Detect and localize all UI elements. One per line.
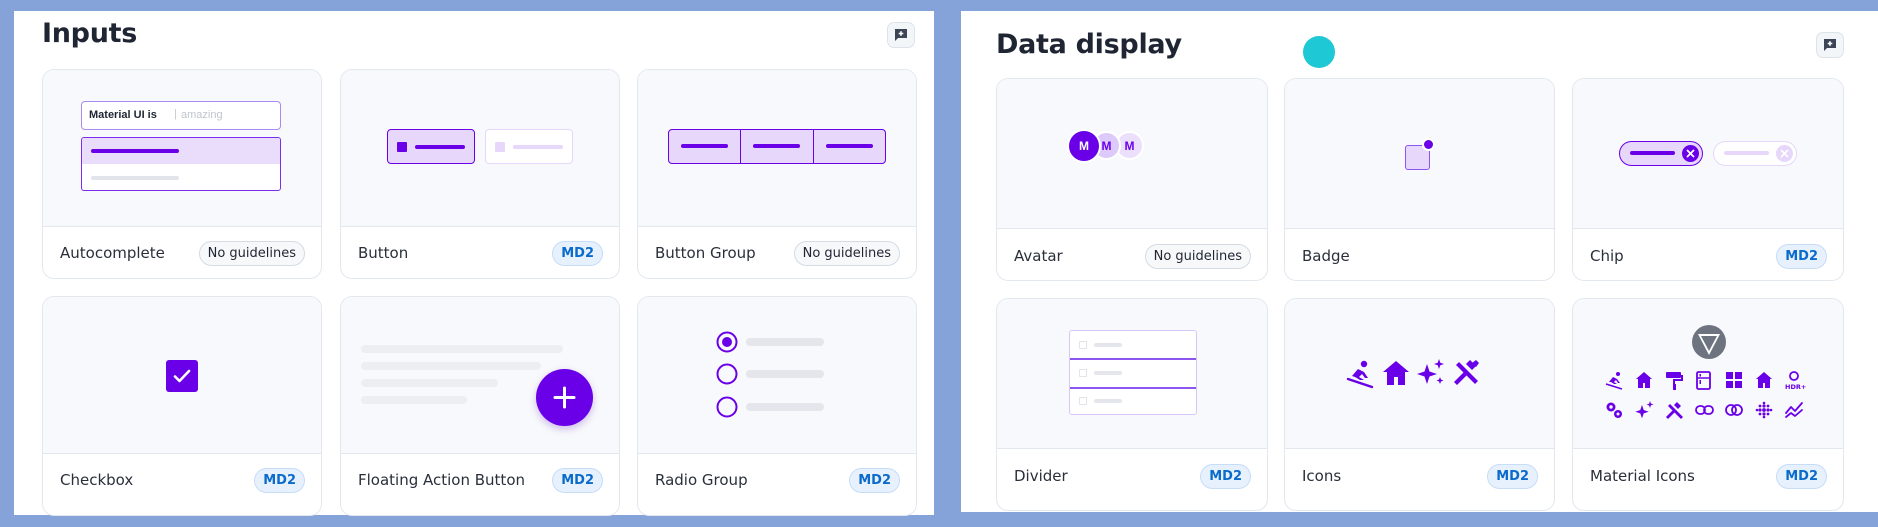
badge-md2: MD2	[1200, 464, 1251, 489]
badge-dot	[1422, 138, 1435, 151]
autocomplete-option	[91, 176, 179, 180]
radio-group-preview	[638, 297, 916, 454]
badge-md2: MD2	[254, 468, 305, 493]
card-button-group[interactable]: Button Group No guidelines	[637, 69, 917, 279]
join-icon	[1725, 404, 1743, 416]
checkbox-preview	[43, 297, 321, 454]
autocomplete-input-prefix: Material UI is	[89, 109, 157, 121]
card-label-radio-group: Radio Group	[655, 471, 748, 489]
divider-list-mock	[1069, 330, 1197, 415]
fab-preview	[341, 297, 619, 454]
handyman-icon	[1454, 360, 1479, 385]
outlined-button-mock	[485, 129, 573, 164]
card-label-divider: Divider	[1014, 467, 1068, 485]
badge-no-guidelines: No guidelines	[1144, 244, 1251, 269]
autocomplete-option-highlighted	[82, 138, 280, 164]
icons-preview	[1285, 299, 1554, 449]
material-design-logo-icon	[1692, 325, 1726, 359]
badge-md2: MD2	[1776, 464, 1827, 489]
badge-preview	[1285, 79, 1554, 229]
badge-md2: MD2	[552, 241, 603, 266]
sparkle-icon	[1417, 359, 1444, 384]
avatar: M	[1067, 129, 1101, 163]
data-display-section-title: Data display	[996, 29, 1182, 60]
card-badge[interactable]: Badge	[1284, 78, 1555, 281]
button-group-mock	[668, 129, 886, 164]
handyman-icon	[1666, 402, 1683, 419]
badge-md2: MD2	[552, 468, 603, 493]
card-icons[interactable]: Icons MD2	[1284, 298, 1555, 511]
fab-add-icon	[536, 369, 593, 426]
link-icon	[1695, 405, 1714, 415]
data-display-comment-button[interactable]	[1816, 32, 1844, 58]
home-icon	[1756, 372, 1772, 388]
card-button[interactable]: Button MD2	[340, 69, 620, 279]
inputs-panel: Inputs Material UI is | amazing Autocomp…	[14, 11, 934, 516]
card-autocomplete[interactable]: Material UI is | amazing Autocomplete No…	[42, 69, 322, 279]
chip-delete-icon	[1776, 145, 1793, 162]
badge-no-guidelines: No guidelines	[793, 241, 900, 266]
card-label-floating-action-button: Floating Action Button	[358, 471, 525, 489]
card-label-avatar: Avatar	[1014, 247, 1063, 265]
badge-md2: MD2	[1487, 464, 1538, 489]
sledding-icon	[1346, 360, 1374, 389]
comment-add-icon	[895, 29, 907, 41]
badge-md2: MD2	[1776, 244, 1827, 269]
card-checkbox[interactable]: Checkbox MD2	[42, 296, 322, 516]
autocomplete-listbox	[81, 137, 281, 191]
blur-icon	[1755, 401, 1773, 419]
card-floating-action-button[interactable]: Floating Action Button MD2	[340, 296, 620, 516]
card-label-badge: Badge	[1302, 247, 1350, 265]
card-label-material-icons: Material Icons	[1590, 467, 1695, 485]
card-label-checkbox: Checkbox	[60, 471, 134, 489]
home-icon	[1636, 372, 1652, 388]
card-material-icons[interactable]: HDR+ Material Icons MD2	[1572, 298, 1844, 511]
inputs-section-title: Inputs	[42, 18, 137, 49]
card-label-button: Button	[358, 244, 409, 262]
inputs-comment-button[interactable]	[887, 22, 915, 48]
settings-icon	[1606, 402, 1622, 418]
sparkle-icon	[1635, 401, 1654, 419]
contained-button-mock	[387, 129, 475, 164]
radio-group-mock	[716, 331, 824, 418]
home-icon	[1383, 361, 1409, 385]
chip-delete-icon	[1682, 145, 1699, 162]
card-radio-group[interactable]: Radio Group MD2	[637, 296, 917, 516]
svg-text:HDR+: HDR+	[1785, 383, 1806, 391]
hdr-plus-icon: HDR+	[1785, 371, 1806, 391]
material-icons-preview: HDR+	[1573, 299, 1843, 449]
chip-filled-mock	[1619, 141, 1703, 166]
checkbox-checked-icon	[166, 360, 198, 392]
ssid-chart-icon	[1785, 402, 1803, 418]
card-label-button-group: Button Group	[655, 244, 756, 262]
badge-no-guidelines: No guidelines	[198, 241, 305, 266]
autocomplete-input-suggestion: amazing	[181, 109, 223, 121]
card-label-icons: Icons	[1302, 467, 1342, 485]
comment-add-icon	[1824, 39, 1836, 51]
material-icons-grid: HDR+	[1605, 371, 1806, 419]
card-label-autocomplete: Autocomplete	[60, 244, 165, 262]
badge-md2: MD2	[849, 468, 900, 493]
autocomplete-input: Material UI is | amazing	[81, 101, 281, 130]
divider-preview	[997, 299, 1267, 449]
card-avatar[interactable]: M M M Avatar No guidelines	[996, 78, 1268, 281]
chip-outlined-mock	[1713, 141, 1797, 166]
widgets-icon	[1726, 372, 1742, 388]
button-preview	[341, 70, 619, 227]
cursor-indicator-dot	[1303, 36, 1335, 68]
card-label-chip: Chip	[1590, 247, 1624, 265]
chip-preview	[1573, 79, 1843, 229]
button-group-preview	[638, 70, 916, 227]
autocomplete-preview: Material UI is | amazing	[43, 70, 321, 227]
kitchen-icon	[1696, 371, 1711, 390]
format-paint-icon	[1666, 372, 1683, 390]
avatar-preview: M M M	[997, 79, 1267, 229]
card-divider[interactable]: Divider MD2	[996, 298, 1268, 511]
card-chip[interactable]: Chip MD2	[1572, 78, 1844, 281]
data-display-panel: Data display M M M Avatar No guidelines …	[961, 11, 1878, 512]
sledding-icon	[1605, 372, 1623, 390]
